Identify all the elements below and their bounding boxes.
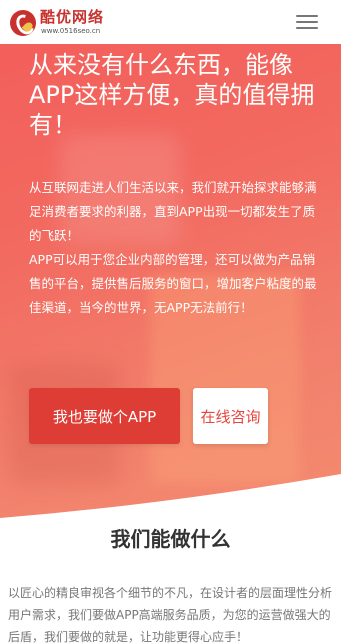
site-logo[interactable]: 酷优网络 www.0516seo.cn xyxy=(10,8,140,38)
site-header: 酷优网络 www.0516seo.cn xyxy=(0,0,341,44)
menu-line xyxy=(296,27,318,29)
section-description: 以匠心的精良审视各个细节的不凡，在设计者的层面理性分析用户需求，我们要做APP高… xyxy=(8,586,333,644)
hamburger-menu-icon[interactable] xyxy=(296,12,320,32)
hero-paragraph-2: APP可以用于您企业内部的管理，还可以做为产品销售的平台，提供售后服务的窗口，增… xyxy=(29,252,317,315)
logo-url: www.0516seo.cn xyxy=(41,27,101,35)
hero-paragraph-1: 从互联网走进人们生活以来，我们就开始探求能够满足消费者要求的利器，直到APP出现… xyxy=(29,180,317,243)
hero-banner: 从来没有什么东西，能像APP这样方便，真的值得拥有！ 从互联网走进人们生活以来，… xyxy=(0,44,341,534)
make-app-button[interactable]: 我也要做个APP xyxy=(29,388,180,444)
menu-line xyxy=(296,21,318,23)
hero-title: 从来没有什么东西，能像APP这样方便，真的值得拥有！ xyxy=(29,51,315,139)
section-title: 我们能做什么 xyxy=(110,527,231,551)
logo-name: 酷优网络 xyxy=(40,8,105,26)
online-consult-button[interactable]: 在线咨询 xyxy=(193,388,268,444)
menu-line xyxy=(296,15,318,17)
hero-description: 从互联网走进人们生活以来，我们就开始探求能够满足消费者要求的利器，直到APP出现… xyxy=(29,176,317,320)
logo-icon xyxy=(10,10,36,36)
